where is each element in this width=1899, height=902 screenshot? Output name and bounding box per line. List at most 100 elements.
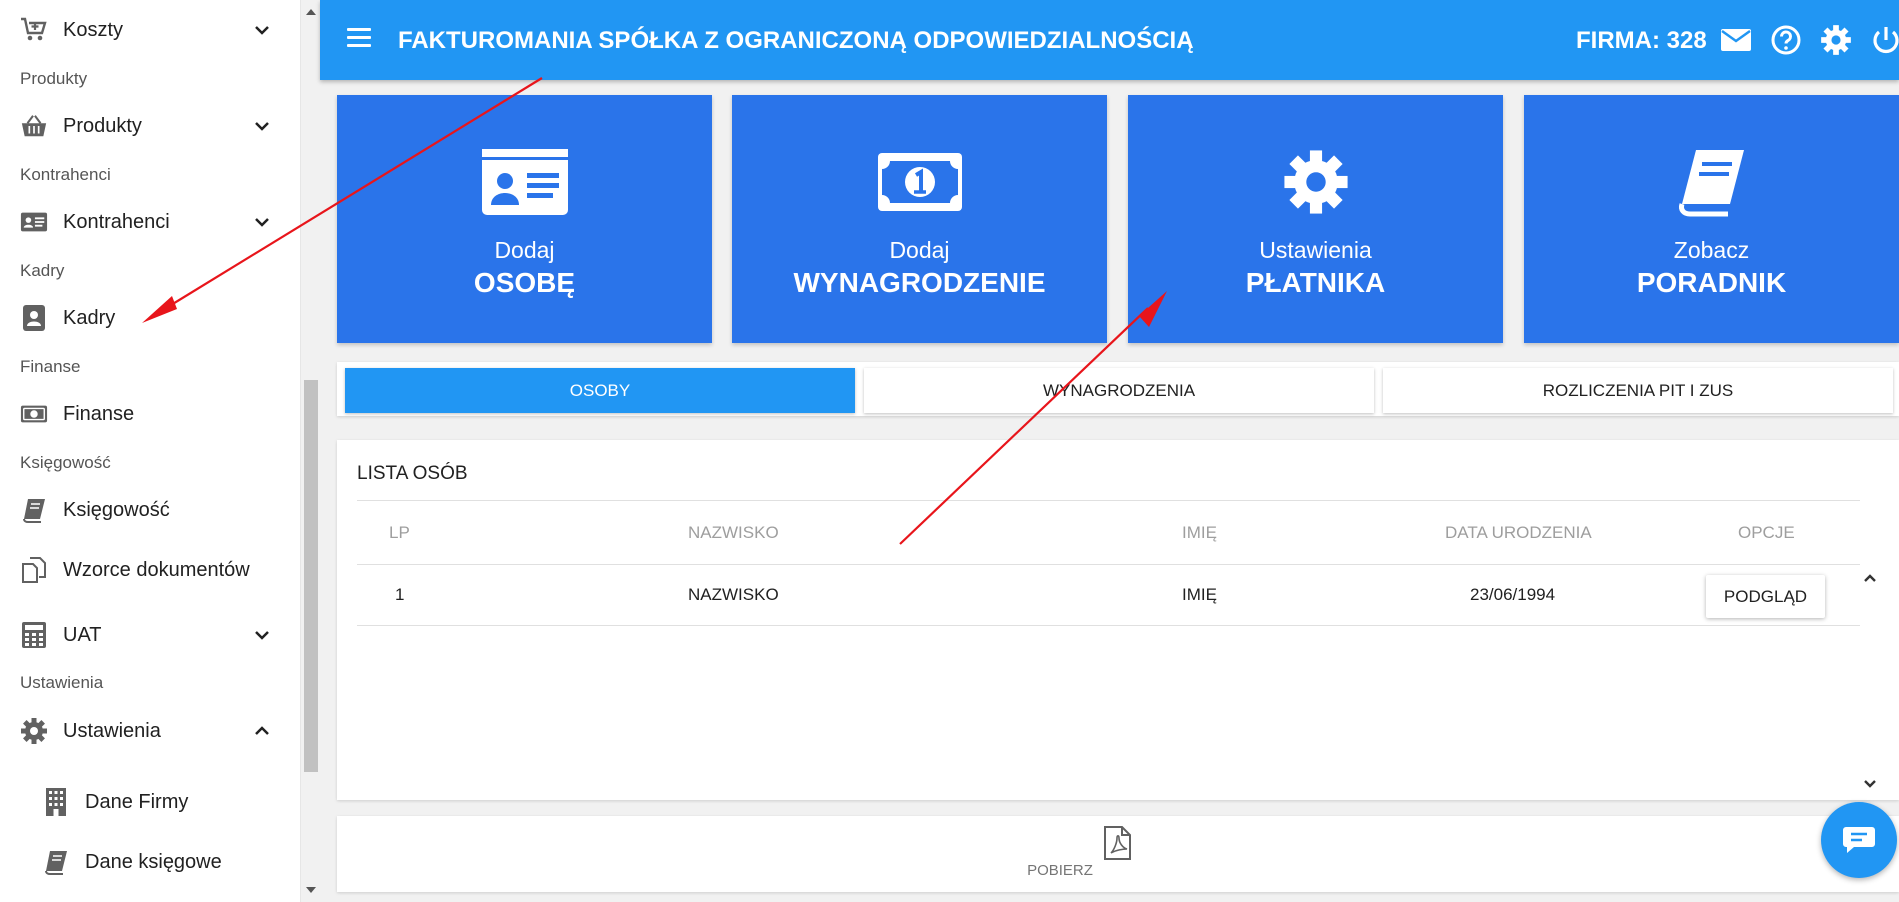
chevron-up-icon[interactable] xyxy=(1863,571,1877,585)
cell-data-urodzenia: 23/06/1994 xyxy=(1470,585,1556,604)
sidebar-item-wzorce[interactable]: Wzorce dokumentów xyxy=(0,545,290,595)
sidebar-item-label: Finanse xyxy=(63,402,135,425)
tile-add-salary[interactable]: Dodaj WYNAGRODZENIE xyxy=(732,95,1107,343)
tile-caption: Ustawienia xyxy=(1259,237,1372,263)
money-bill-icon xyxy=(732,137,1107,227)
top-bar: FAKTUROMANIA SPÓŁKA Z OGRANICZONĄ ODPOWI… xyxy=(320,0,1899,80)
gear-icon xyxy=(1128,137,1503,227)
scroll-up-arrow[interactable] xyxy=(306,9,316,15)
sidebar-item-kadry[interactable]: Kadry xyxy=(0,293,290,343)
sidebar-subitem-dane-ksiegowe[interactable]: Dane księgowe xyxy=(0,837,290,887)
sidebar-item-finanse[interactable]: Finanse xyxy=(0,389,290,439)
sidebar-item-label: UAT xyxy=(63,623,102,646)
tile-view-guide[interactable]: Zobacz PORADNIK xyxy=(1524,95,1899,343)
sidebar-item-ksiegowosc[interactable]: Księgowość xyxy=(0,485,290,535)
power-icon[interactable] xyxy=(1870,24,1899,56)
scrollbar-thumb[interactable] xyxy=(304,380,318,772)
column-header-imie[interactable]: IMIĘ xyxy=(1182,523,1217,543)
gear-icon xyxy=(20,717,48,745)
column-header-opcje: OPCJE xyxy=(1738,523,1795,542)
id-card-icon xyxy=(337,137,712,227)
tile-add-person[interactable]: Dodaj OSOBĘ xyxy=(337,95,712,343)
tab-osoby[interactable]: OSOBY xyxy=(345,368,855,413)
persons-list-card: LISTA OSÓB LP NAZWISKO IMIĘ DATA URODZEN… xyxy=(337,440,1899,800)
tile-payer-settings[interactable]: Ustawienia PŁATNIKA xyxy=(1128,95,1503,343)
divider xyxy=(357,564,1860,565)
section-label-kadry: Kadry xyxy=(20,261,65,280)
sidebar: Koszty Produkty Produkty Kontrahenci Kon… xyxy=(0,0,300,902)
column-header-lp[interactable]: LP xyxy=(389,523,410,543)
sidebar-item-label: Produkty xyxy=(63,114,142,137)
cart-plus-icon xyxy=(20,16,48,44)
sidebar-item-label: Koszty xyxy=(63,18,124,41)
building-icon xyxy=(42,788,70,816)
download-label: POBIERZ xyxy=(1027,862,1093,879)
column-header-data-urodzenia[interactable]: DATA URODZENIA xyxy=(1445,523,1592,543)
sidebar-item-label: Kontrahenci xyxy=(63,210,170,233)
company-title: FAKTUROMANIA SPÓŁKA Z OGRANICZONĄ ODPOWI… xyxy=(398,27,1194,54)
chat-icon xyxy=(1843,827,1875,853)
sidebar-scrollbar[interactable] xyxy=(300,0,320,902)
documents-icon xyxy=(20,556,48,584)
book-icon xyxy=(20,496,48,524)
basket-icon xyxy=(20,112,48,140)
divider xyxy=(357,625,1860,626)
pdf-file-icon xyxy=(1104,826,1131,860)
column-header-nazwisko[interactable]: NAZWISKO xyxy=(688,523,779,543)
money-bill-icon xyxy=(20,400,48,428)
tile-title: WYNAGRODZENIE xyxy=(793,267,1046,298)
tile-title: PORADNIK xyxy=(1636,267,1787,298)
hamburger-menu-icon[interactable] xyxy=(347,28,371,50)
tile-caption: Dodaj xyxy=(889,237,950,263)
table-scrollbar[interactable] xyxy=(1860,565,1880,795)
sidebar-subitem-dane-firmy[interactable]: Dane Firmy xyxy=(0,777,290,827)
cell-lp: 1 xyxy=(395,585,405,604)
book-icon xyxy=(42,848,70,876)
cell-nazwisko: NAZWISKO xyxy=(688,585,779,604)
tile-caption: Zobacz xyxy=(1673,237,1750,263)
section-label-ksiegowosc: Księgowość xyxy=(20,453,111,472)
sidebar-item-label: Wzorce dokumentów xyxy=(63,558,250,581)
address-card-icon xyxy=(20,208,48,236)
list-title: LISTA OSÓB xyxy=(357,463,468,484)
divider xyxy=(357,500,1860,501)
chevron-down-icon[interactable] xyxy=(252,116,272,136)
chevron-down-icon[interactable] xyxy=(1863,777,1877,791)
sidebar-item-uat[interactable]: UAT xyxy=(0,610,290,660)
chevron-down-icon[interactable] xyxy=(252,212,272,232)
preview-button[interactable]: PODGLĄD xyxy=(1706,575,1825,618)
help-icon[interactable] xyxy=(1770,24,1802,56)
section-label-kontrahenci: Kontrahenci xyxy=(20,165,111,184)
sidebar-item-label: Ustawienia xyxy=(63,719,161,742)
tab-rozliczenia[interactable]: ROZLICZENIA PIT I ZUS xyxy=(1383,368,1893,413)
sidebar-item-kontrahenci[interactable]: Kontrahenci xyxy=(0,197,290,247)
chevron-down-icon[interactable] xyxy=(252,20,272,40)
section-label-ustawienia: Ustawienia xyxy=(20,673,104,692)
envelope-icon[interactable] xyxy=(1720,24,1752,56)
tile-title: OSOBĘ xyxy=(473,267,576,298)
user-badge-icon xyxy=(20,304,48,332)
chevron-up-icon[interactable] xyxy=(252,721,272,741)
chevron-down-icon[interactable] xyxy=(252,625,272,645)
sidebar-item-label: Księgowość xyxy=(63,498,170,521)
settings-gear-icon[interactable] xyxy=(1820,24,1852,56)
section-label-finanse: Finanse xyxy=(20,357,81,376)
tile-title: PŁATNIKA xyxy=(1245,267,1386,298)
book-icon xyxy=(1524,137,1899,227)
tile-caption: Dodaj xyxy=(494,237,555,263)
sidebar-item-label: Kadry xyxy=(63,306,116,329)
scroll-down-arrow[interactable] xyxy=(306,887,316,893)
firma-id: FIRMA: 328 xyxy=(1576,27,1707,54)
cell-imie: IMIĘ xyxy=(1182,585,1217,604)
calculator-icon xyxy=(20,621,48,649)
chat-button[interactable] xyxy=(1821,802,1897,878)
sidebar-item-ustawienia[interactable]: Ustawienia xyxy=(0,706,290,756)
tabs-bar: OSOBY WYNAGRODZENIA ROZLICZENIA PIT I ZU… xyxy=(337,362,1899,416)
sidebar-item-label: Dane księgowe xyxy=(85,850,222,873)
sidebar-item-label: Dane Firmy xyxy=(85,790,189,813)
section-label-produkty: Produkty xyxy=(20,69,88,88)
sidebar-item-produkty[interactable]: Produkty xyxy=(0,101,290,151)
tab-wynagrodzenia[interactable]: WYNAGRODZENIA xyxy=(864,368,1374,413)
download-bar[interactable]: POBIERZ xyxy=(337,816,1899,892)
sidebar-item-koszty[interactable]: Koszty xyxy=(0,5,290,55)
